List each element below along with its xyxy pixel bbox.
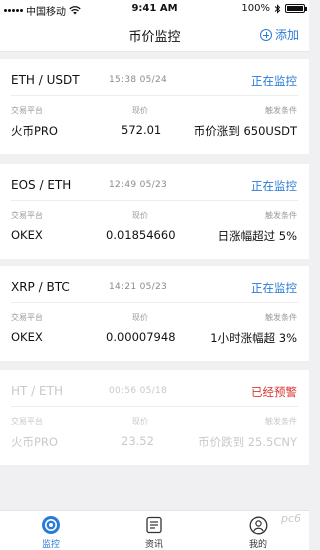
platform-header: 交易平台 <box>11 313 43 322</box>
battery-icon <box>285 4 307 13</box>
condition-header: 触发条件 <box>265 106 297 115</box>
tab-label: 监控 <box>41 540 60 550</box>
platform-value: OKEX <box>11 228 43 242</box>
profile-icon <box>249 516 267 534</box>
price-header: 现价 <box>132 106 148 115</box>
pair-label: HT / ETH <box>11 384 63 398</box>
watermark: pc6 <box>280 512 301 525</box>
tab-monitor[interactable]: 监控 <box>21 514 81 550</box>
platform-header: 交易平台 <box>11 106 43 115</box>
add-button[interactable]: 添加 <box>259 26 299 43</box>
nav-bar: 币价监控 添加 <box>0 18 309 52</box>
pair-label: EOS / ETH <box>11 178 72 192</box>
bluetooth-icon <box>274 3 281 14</box>
price-value: 572.01 <box>121 123 162 137</box>
alert-time: 12:49 05/23 <box>109 180 168 190</box>
condition-header: 触发条件 <box>265 313 297 322</box>
tab-bar: 监控 资讯 我的 <box>0 510 309 550</box>
status-badge: 正在监控 <box>251 74 297 88</box>
condition-header: 触发条件 <box>265 417 297 426</box>
condition-value: 日涨幅超过 5% <box>217 229 297 243</box>
price-header: 现价 <box>132 313 148 322</box>
pair-label: ETH / USDT <box>11 73 80 87</box>
price-value: 0.00007948 <box>106 330 176 344</box>
alert-card[interactable]: EOS / ETH 12:49 05/23 正在监控 交易平台 现价 触发条件 … <box>0 164 309 259</box>
status-badge: 正在监控 <box>251 179 297 193</box>
alert-card[interactable]: XRP / BTC 14:21 05/23 正在监控 交易平台 现价 触发条件 … <box>0 266 309 361</box>
divider <box>11 95 298 96</box>
condition-value: 币价涨到 650USDT <box>193 124 297 138</box>
condition-value: 1小时涨幅超 3% <box>210 331 297 345</box>
platform-header: 交易平台 <box>11 211 43 220</box>
alert-time: 00:56 05/18 <box>109 386 168 396</box>
platform-value: OKEX <box>11 330 43 344</box>
condition-header: 触发条件 <box>265 211 297 220</box>
condition-value: 币价跌到 25.5CNY <box>198 435 297 449</box>
platform-header: 交易平台 <box>11 417 43 426</box>
price-value: 23.52 <box>121 434 154 448</box>
price-header: 现价 <box>132 417 148 426</box>
price-value: 0.01854660 <box>106 228 176 242</box>
alert-time: 15:38 05/24 <box>109 75 168 85</box>
alert-card[interactable]: HT / ETH 00:56 05/18 已经预警 交易平台 现价 触发条件 火… <box>0 370 309 465</box>
divider <box>11 200 298 201</box>
alert-card[interactable]: ETH / USDT 15:38 05/24 正在监控 交易平台 现价 触发条件… <box>0 59 309 154</box>
divider <box>11 406 298 407</box>
battery-percent: 100% <box>241 3 270 14</box>
status-bar: 中国移动 9:41 AM 100% <box>0 0 309 18</box>
platform-value: 火币PRO <box>11 124 58 138</box>
plus-circle-icon <box>259 28 272 41</box>
platform-value: 火币PRO <box>11 435 58 449</box>
price-header: 现价 <box>132 211 148 220</box>
pair-label: XRP / BTC <box>11 280 70 294</box>
tab-news[interactable]: 资讯 <box>124 514 184 550</box>
tab-label: 我的 <box>248 540 267 550</box>
status-right: 100% <box>241 3 307 14</box>
tab-profile[interactable]: 我的 <box>228 514 288 550</box>
tab-label: 资讯 <box>144 540 163 550</box>
news-icon <box>146 516 162 534</box>
divider <box>11 302 298 303</box>
monitor-icon <box>42 516 60 534</box>
alert-time: 14:21 05/23 <box>109 282 168 292</box>
status-badge: 已经预警 <box>251 385 297 399</box>
status-badge: 正在监控 <box>251 281 297 295</box>
add-label: 添加 <box>274 28 299 42</box>
